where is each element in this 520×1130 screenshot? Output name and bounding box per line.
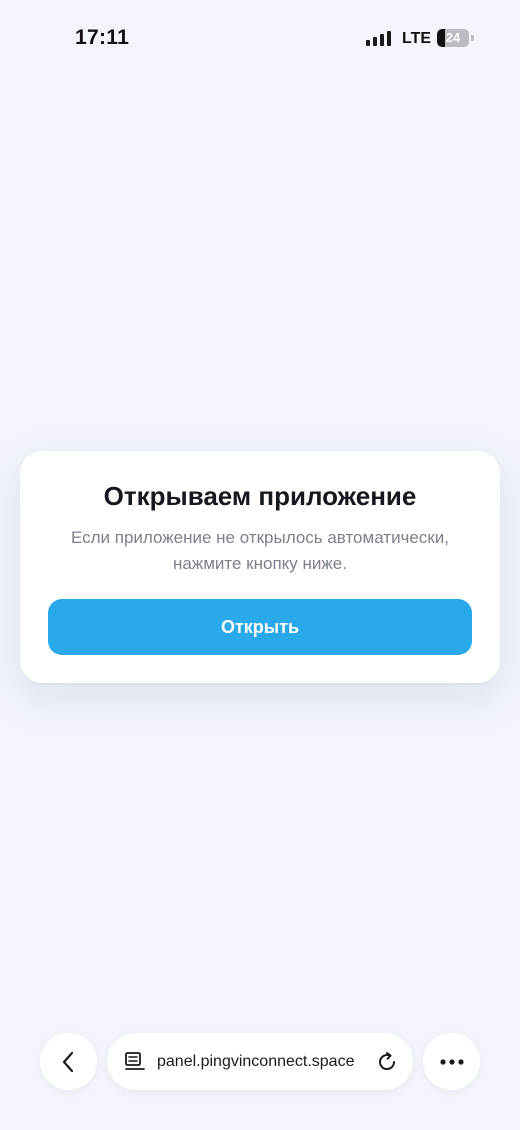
chevron-left-icon (62, 1051, 73, 1072)
open-app-card: Открываем приложение Если приложение не … (20, 451, 500, 683)
network-type: LTE (402, 30, 432, 47)
battery-percentage: 24 (445, 30, 461, 45)
battery-icon: 24 (437, 29, 469, 47)
card-subtitle: Если приложение не открылось автоматичес… (70, 528, 450, 573)
cellular-signal-icon (366, 30, 394, 46)
more-horizontal-icon (439, 1058, 464, 1065)
address-bar[interactable]: panel.pingvinconnect.space (107, 1033, 413, 1090)
open-app-button[interactable]: Открыть (48, 599, 472, 655)
card-title: Открываем приложение (103, 481, 417, 511)
url-text[interactable]: panel.pingvinconnect.space (157, 1033, 367, 1090)
battery-tip (471, 35, 474, 41)
page-menu-icon[interactable] (124, 1051, 146, 1073)
back-button[interactable] (40, 1033, 97, 1090)
url-value: panel.pingvinconnect.space (157, 1053, 355, 1070)
status-time: 17:11 (75, 26, 130, 49)
status-bar: 17:11 LTE 24 (0, 0, 520, 80)
more-button[interactable] (423, 1033, 480, 1090)
reload-icon[interactable] (375, 1050, 399, 1074)
